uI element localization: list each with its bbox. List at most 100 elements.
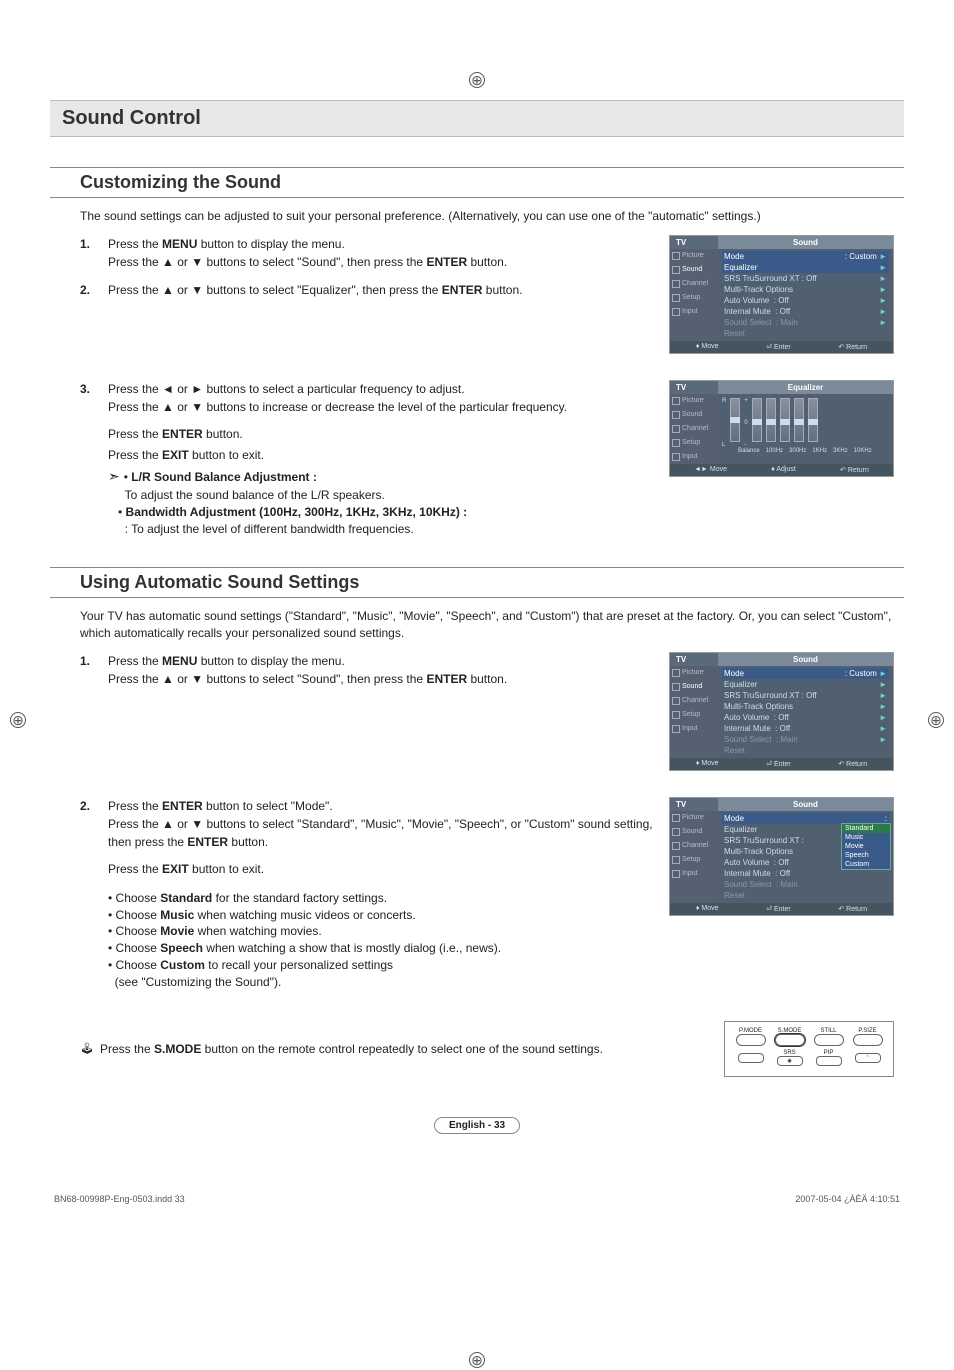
- menu-title: Equalizer: [718, 381, 893, 394]
- menu-title: Sound: [718, 653, 893, 666]
- step-number: 2.: [80, 797, 96, 851]
- step-text: Press the MENU button to display the men…: [108, 652, 655, 688]
- tv-sidebar: Picture Sound Channel Setup Input: [670, 811, 718, 903]
- remote-btn-still: [814, 1034, 844, 1046]
- menu-row-soundselect: Sound Select : Main: [722, 879, 889, 890]
- menu-row-equalizer: Equalizer►: [722, 262, 889, 273]
- tv-label: TV: [670, 653, 718, 666]
- step-2: 2. Press the ▲ or ▼ buttons to select "E…: [80, 281, 655, 299]
- tv-menu-sound-mode-dropdown: TV Sound Picture Sound Channel Setup Inp…: [669, 797, 894, 916]
- tv-label: TV: [670, 381, 718, 394]
- step-subtext: Press the EXIT button to exit.: [108, 447, 655, 464]
- step-subtext: Press the EXIT button to exit.: [108, 861, 655, 878]
- section-title: Sound Control: [62, 107, 892, 130]
- sidebar-item-input: Input: [670, 722, 718, 736]
- sidebar-item-channel: Channel: [670, 694, 718, 708]
- menu-row-internalmute: Internal Mute : Off►: [722, 306, 889, 317]
- step-text: Press the ▲ or ▼ buttons to select "Equa…: [108, 281, 655, 299]
- picture-icon: [672, 252, 680, 260]
- footer-move: ♦ Move: [696, 905, 719, 913]
- page-label: English - 33: [434, 1117, 520, 1134]
- tv-label: TV: [670, 236, 718, 249]
- dropdown-option-speech: Speech: [842, 851, 890, 860]
- intro-text: Your TV has automatic sound settings ("S…: [80, 608, 894, 642]
- eq-bar-3khz: [794, 398, 804, 442]
- menu-title: Sound: [718, 798, 893, 811]
- eq-labels: Balance 100Hz300Hz1KHz3KHz10KHz: [722, 448, 889, 454]
- step-number: 1.: [80, 235, 96, 271]
- picture-icon: [672, 397, 680, 405]
- sidebar-item-input: Input: [670, 450, 718, 464]
- step-subtext: Press the ENTER button.: [108, 426, 655, 443]
- intro-text: The sound settings can be adjusted to su…: [80, 208, 894, 225]
- sidebar-item-picture: Picture: [670, 666, 718, 680]
- menu-row-mode: Mode: Custom ►: [722, 668, 889, 679]
- input-icon: [672, 308, 680, 316]
- subsection-title: Using Automatic Sound Settings: [80, 572, 904, 593]
- sound-icon: [672, 266, 680, 274]
- step-number: 3.: [80, 380, 96, 416]
- footer-enter: ⏎ Enter: [766, 343, 791, 351]
- menu-row-autovolume: Auto Volume : Off►: [722, 712, 889, 723]
- tv-footer: ♦ Move ⏎ Enter ↶ Return: [670, 903, 893, 915]
- tv-sidebar: Picture Sound Channel Setup Input: [670, 249, 718, 341]
- menu-row-soundselect: Sound Select : Main►: [722, 734, 889, 745]
- step-1: 1. Press the MENU button to display the …: [80, 652, 655, 688]
- menu-row-soundselect: Sound Select : Main►: [722, 317, 889, 328]
- sidebar-item-sound: Sound: [670, 825, 718, 839]
- menu-row-mode: Mode: Custom ►: [722, 251, 889, 262]
- remote-tip-text: Press the S.MODE button on the remote co…: [100, 1042, 603, 1056]
- sidebar-item-input: Input: [670, 305, 718, 319]
- menu-row-reset: Reset: [722, 890, 889, 901]
- menu-row-autovolume: Auto Volume : Off►: [722, 295, 889, 306]
- footer-move: ♦ Move: [696, 343, 719, 351]
- step-1: 1. Press the MENU button to display the …: [80, 235, 655, 271]
- sound-icon: [672, 411, 680, 419]
- step-2: 2. Press the ENTER button to select "Mod…: [80, 797, 655, 851]
- remote-btn-psize: [853, 1034, 883, 1046]
- remote-tip-icon: 🕹: [80, 1042, 94, 1056]
- subsection-header-customizing: Customizing the Sound: [50, 167, 904, 198]
- tv-main-panel: Mode: Equalizer SRS TruSurround XT : Mul…: [718, 811, 893, 903]
- sidebar-item-setup: Setup: [670, 708, 718, 722]
- channel-icon: [672, 842, 680, 850]
- menu-row-internalmute: Internal Mute : Off►: [722, 723, 889, 734]
- menu-title: Sound: [718, 236, 893, 249]
- footer-return: ↶ Return: [838, 343, 867, 351]
- sidebar-item-picture: Picture: [670, 249, 718, 263]
- remote-btn-smode: [775, 1034, 805, 1046]
- channel-icon: [672, 697, 680, 705]
- doc-timestamp: 2007-05-04 ¿ÀÈÄ 4:10:51: [795, 1194, 900, 1204]
- subsection-header-automatic: Using Automatic Sound Settings: [50, 567, 904, 598]
- tv-footer: ◄► Move ♦ Adjust ↶ Return: [670, 464, 893, 476]
- sidebar-item-channel: Channel: [670, 422, 718, 436]
- setup-icon: [672, 294, 680, 302]
- registration-mark-icon: [469, 72, 485, 88]
- tv-footer: ♦ Move ⏎ Enter ↶ Return: [670, 758, 893, 770]
- menu-row-mto: Multi-Track Options►: [722, 701, 889, 712]
- step-text: Press the ENTER button to select "Mode".…: [108, 797, 655, 851]
- dropdown-option-music: Music: [842, 833, 890, 842]
- sidebar-item-channel: Channel: [670, 839, 718, 853]
- remote-btn-pip: [816, 1056, 842, 1066]
- document-footer: BN68-00998P-Eng-0503.indd 33 2007-05-04 …: [50, 1194, 904, 1204]
- step-number: 1.: [80, 652, 96, 688]
- tv-sidebar: Picture Sound Channel Setup Input: [670, 666, 718, 758]
- subsection-title: Customizing the Sound: [80, 172, 904, 193]
- tv-main-panel: Mode: Custom ► Equalizer► SRS TruSurroun…: [718, 249, 893, 341]
- doc-filename: BN68-00998P-Eng-0503.indd 33: [54, 1194, 185, 1204]
- dropdown-option-standard: Standard: [842, 824, 890, 833]
- eq-bar-10khz: [808, 398, 818, 442]
- step-3: 3. Press the ◄ or ► buttons to select a …: [80, 380, 655, 416]
- step-text: Press the ◄ or ► buttons to select a par…: [108, 380, 655, 416]
- menu-row-reset: Reset: [722, 745, 889, 756]
- sidebar-item-input: Input: [670, 867, 718, 881]
- sound-icon: [672, 828, 680, 836]
- footer-adjust: ♦ Adjust: [771, 466, 796, 474]
- picture-icon: [672, 669, 680, 677]
- sidebar-item-setup: Setup: [670, 436, 718, 450]
- registration-mark-icon: [928, 712, 944, 728]
- step-text: Press the MENU button to display the men…: [108, 235, 655, 271]
- eq-bar-300hz: [766, 398, 776, 442]
- sidebar-item-channel: Channel: [670, 277, 718, 291]
